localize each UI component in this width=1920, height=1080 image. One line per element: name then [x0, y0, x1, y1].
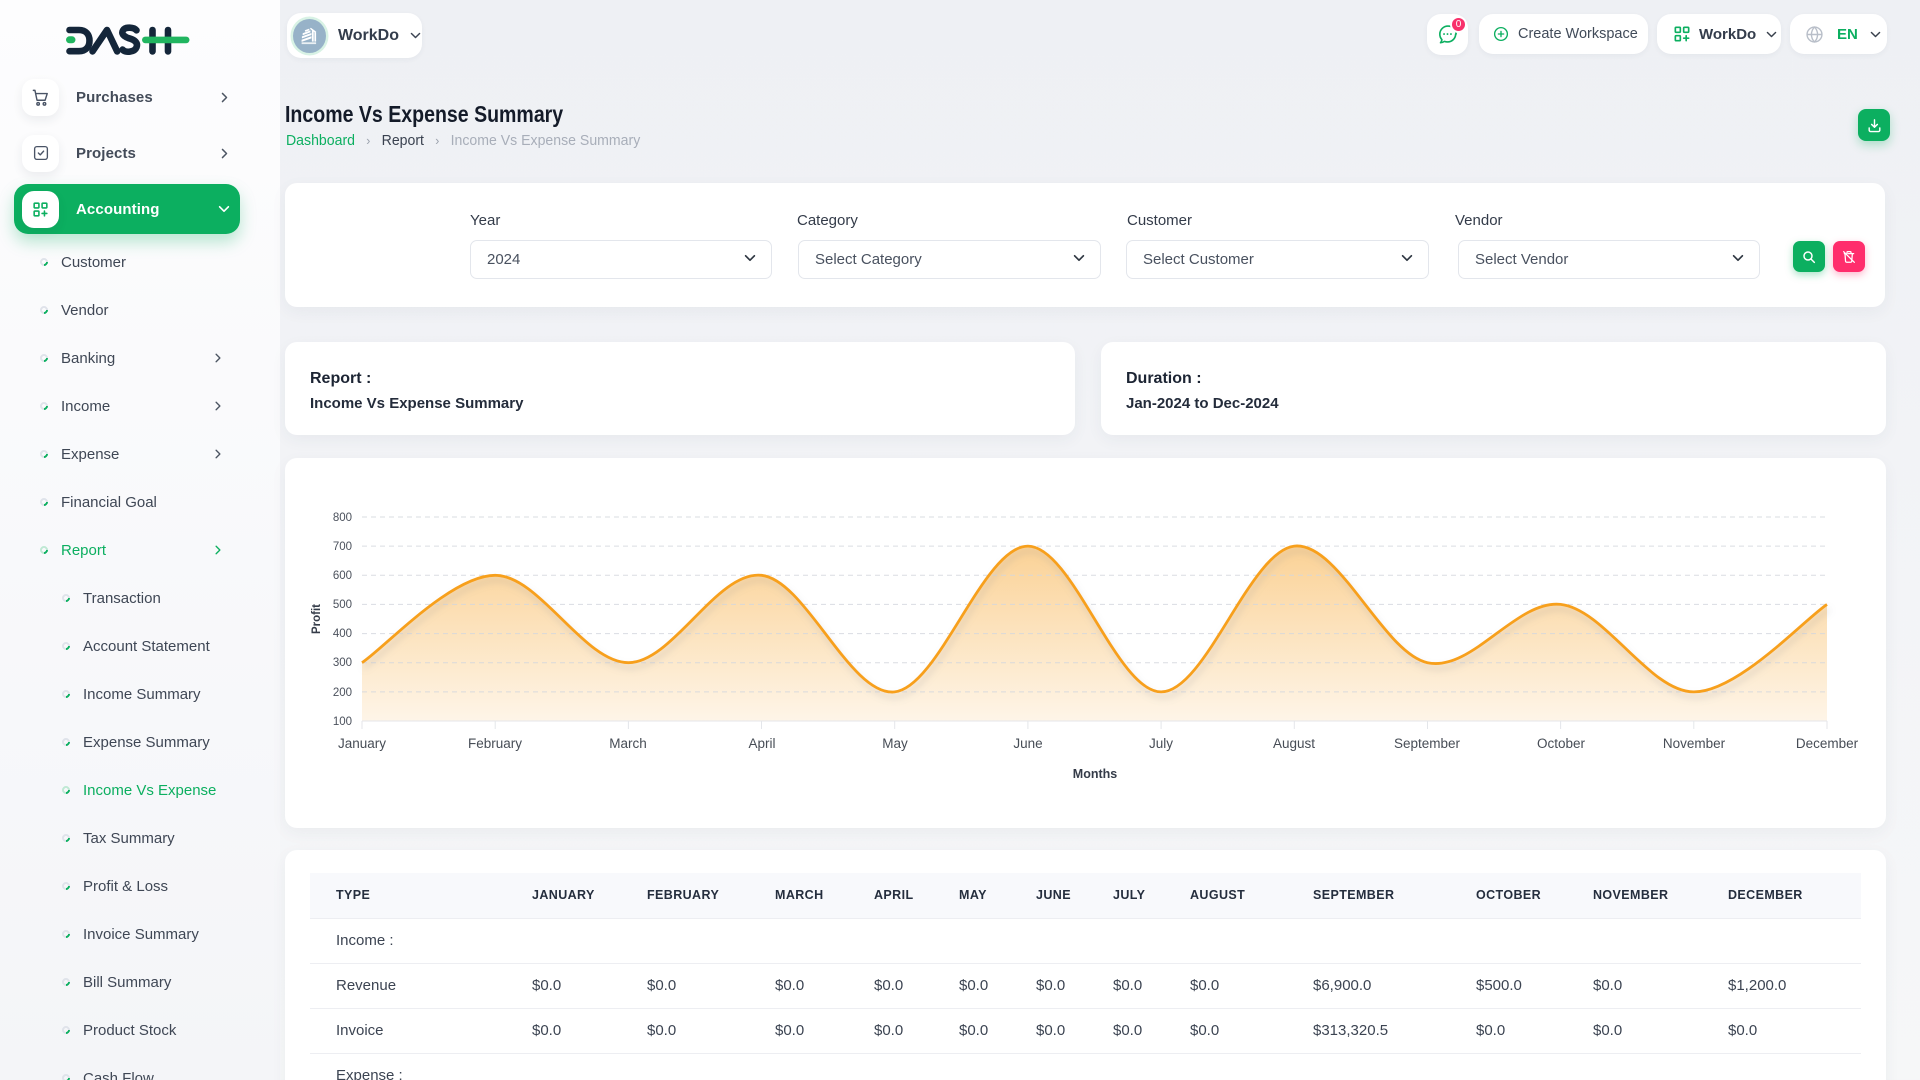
svg-text:June: June [1013, 736, 1042, 751]
svg-text:700: 700 [333, 541, 352, 553]
svg-text:December: December [1796, 736, 1859, 751]
svg-text:September: September [1394, 736, 1461, 751]
svg-text:600: 600 [333, 570, 352, 582]
svg-text:November: November [1663, 736, 1726, 751]
svg-text:January: January [338, 736, 386, 751]
svg-text:400: 400 [333, 628, 352, 640]
svg-text:October: October [1537, 736, 1586, 751]
svg-text:August: August [1273, 736, 1315, 751]
svg-text:July: July [1149, 736, 1173, 751]
svg-text:March: March [609, 736, 647, 751]
svg-text:May: May [882, 736, 908, 751]
svg-text:Profit: Profit [311, 604, 323, 634]
svg-text:200: 200 [333, 687, 352, 699]
svg-text:100: 100 [333, 716, 352, 728]
svg-text:500: 500 [333, 599, 352, 611]
svg-text:300: 300 [333, 657, 352, 669]
svg-text:April: April [748, 736, 775, 751]
svg-text:February: February [468, 736, 522, 751]
svg-text:800: 800 [333, 512, 352, 524]
svg-text:Months: Months [1073, 767, 1117, 781]
